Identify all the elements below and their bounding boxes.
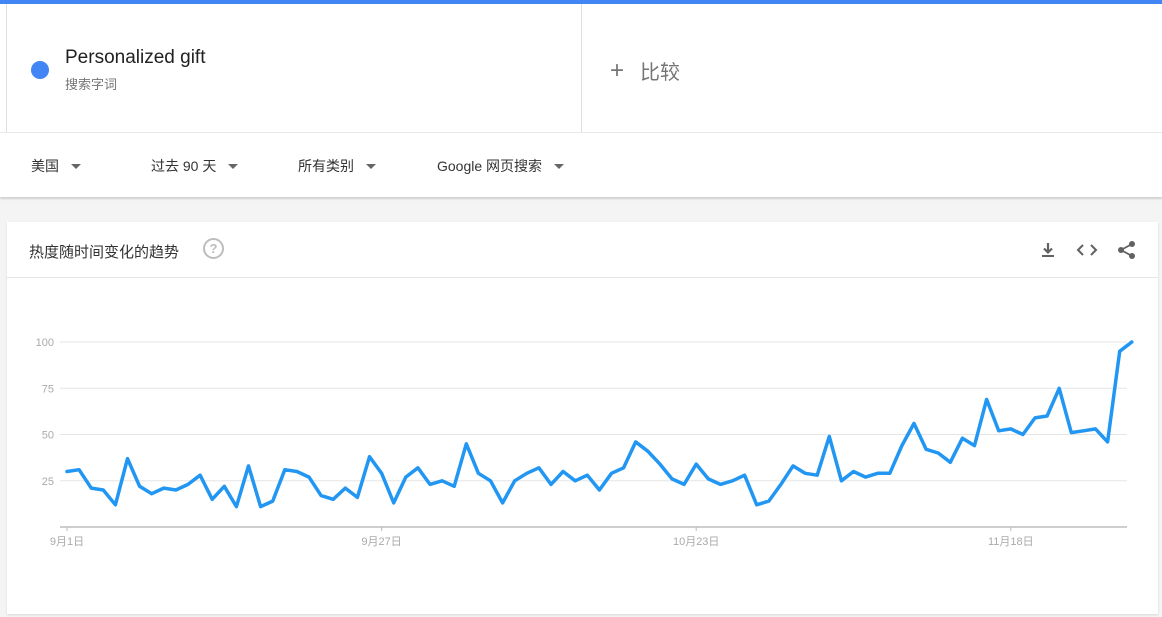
y-tick-label: 25 bbox=[42, 476, 54, 488]
caret-down-icon bbox=[554, 163, 565, 169]
compare-label: 比较 bbox=[640, 62, 681, 84]
series-line bbox=[65, 340, 1134, 509]
search-property-dropdown[interactable]: Google 网页搜索 bbox=[437, 156, 565, 176]
trend-chart[interactable]: 25 50 75 100 9月1日 9月27日 10月23日 11月18日 bbox=[7, 222, 1158, 614]
compare-button[interactable]: + 比较 bbox=[610, 56, 680, 85]
region-label: 美国 bbox=[31, 158, 59, 174]
region-dropdown[interactable]: 美国 bbox=[31, 156, 81, 176]
caret-down-icon bbox=[228, 163, 239, 169]
caret-down-icon bbox=[71, 163, 81, 169]
y-tick-label: 50 bbox=[42, 430, 54, 442]
search-term-card[interactable]: Personalized gift 搜索字词 bbox=[0, 4, 581, 132]
x-tick-label: 11月18日 bbox=[988, 536, 1034, 548]
term-color-dot bbox=[31, 61, 49, 79]
x-tick-label: 9月27日 bbox=[361, 536, 401, 548]
time-range-label: 过去 90 天 bbox=[151, 158, 217, 174]
time-range-dropdown[interactable]: 过去 90 天 bbox=[151, 156, 239, 176]
interest-over-time-card: 热度随时间变化的趋势 ? 25 50 75 100 9月1日 9月27日 10月23日 11月… bbox=[7, 222, 1158, 614]
term-name: Personalized gift bbox=[65, 47, 206, 68]
category-dropdown[interactable]: 所有类别 bbox=[298, 156, 376, 176]
category-label: 所有类别 bbox=[298, 158, 354, 174]
caret-down-icon bbox=[366, 163, 376, 169]
y-tick-label: 75 bbox=[42, 383, 54, 395]
x-tick-label: 9月1日 bbox=[50, 536, 84, 548]
term-type-label: 搜索字词 bbox=[65, 77, 118, 92]
plus-icon: + bbox=[610, 56, 625, 84]
x-tick-label: 10月23日 bbox=[673, 536, 719, 548]
search-terms-bar: Personalized gift 搜索字词 + 比较 bbox=[0, 4, 1162, 132]
y-tick-label: 100 bbox=[36, 337, 54, 349]
search-property-label: Google 网页搜索 bbox=[437, 158, 543, 174]
filter-bar: 美国 过去 90 天 所有类别 Google 网页搜索 bbox=[0, 132, 1162, 197]
compare-card[interactable]: + 比较 bbox=[581, 4, 1162, 132]
